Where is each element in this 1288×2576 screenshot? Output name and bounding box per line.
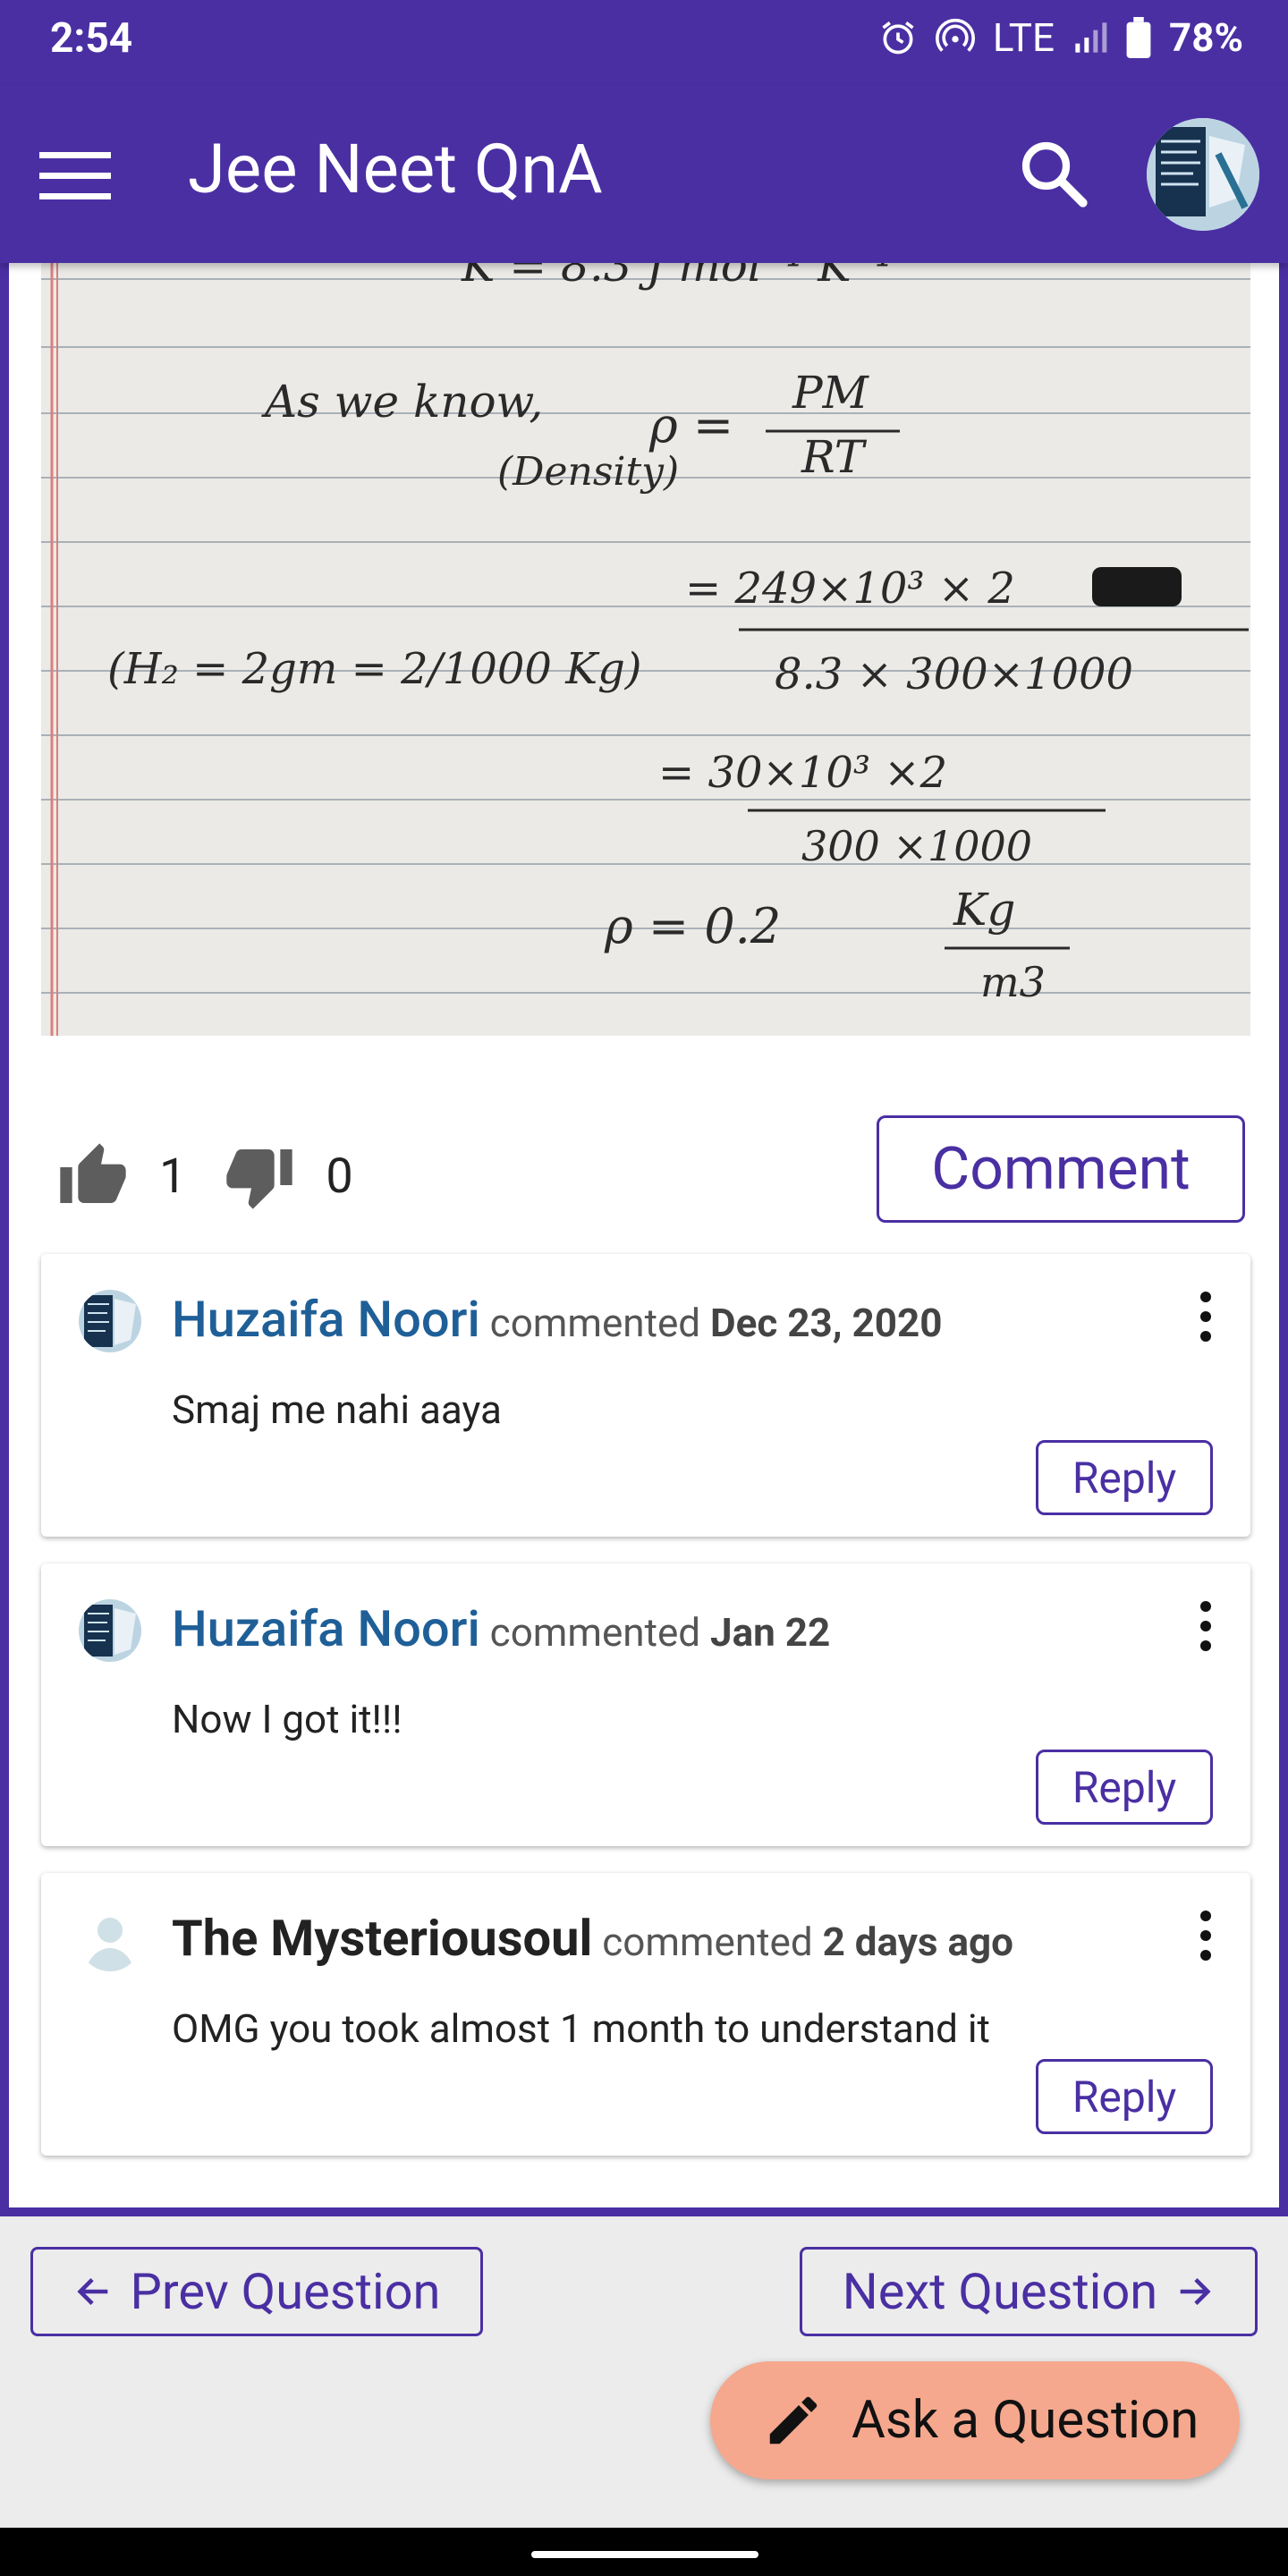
arrow-left-icon xyxy=(76,2277,107,2306)
comment-text: Now I got it!!! xyxy=(172,1696,402,1742)
comment-more-button[interactable] xyxy=(1197,1599,1215,1653)
note-line: ρ = 0.2 xyxy=(604,898,781,954)
more-vert-icon xyxy=(1200,1601,1211,1651)
signal-icon xyxy=(1075,22,1107,53)
more-vert-icon xyxy=(1200,1911,1211,1961)
comment-text: Smaj me nahi aaya xyxy=(172,1386,502,1433)
thumbs-up-icon xyxy=(60,1143,126,1203)
arrow-right-icon xyxy=(1180,2277,1211,2306)
upvote-count: 1 xyxy=(159,1148,187,1205)
prev-question-label: Prev Question xyxy=(130,2262,441,2321)
upvote-button[interactable] xyxy=(57,1140,129,1212)
comment-header: Huzaifa Noori commented Jan 22 xyxy=(172,1599,830,1658)
menu-button[interactable] xyxy=(39,148,114,202)
comment-header: The Mysteriousoul commented 2 days ago xyxy=(172,1909,1013,1968)
hotspot-icon xyxy=(935,18,975,52)
reply-button[interactable]: Reply xyxy=(1036,2059,1213,2134)
comment-header: Huzaifa Noori commented Dec 23, 2020 xyxy=(172,1290,943,1349)
commenter-avatar[interactable] xyxy=(79,1599,141,1662)
commenter-avatar[interactable] xyxy=(79,1290,141,1352)
comment-more-button[interactable] xyxy=(1197,1290,1215,1343)
app-title: Jee Neet QnA xyxy=(188,129,603,209)
note-line: Kg xyxy=(953,884,1015,936)
alarm-icon xyxy=(882,21,914,55)
comment-verb: commented xyxy=(489,1300,701,1346)
network-type: LTE xyxy=(992,14,1055,61)
thumbs-down-icon xyxy=(226,1149,293,1209)
reply-button[interactable]: Reply xyxy=(1036,1750,1213,1825)
app-bar: Jee Neet QnA xyxy=(0,86,1288,263)
note-line: K = 8.3 J mol⁻¹ K⁻¹ xyxy=(461,263,893,292)
hamburger-menu-icon xyxy=(39,152,111,199)
note-line: As we know, xyxy=(261,376,543,428)
more-vert-icon xyxy=(1200,1292,1211,1342)
note-line: PM xyxy=(792,367,870,419)
pencil-icon xyxy=(769,2396,818,2445)
note-line: 8.3 × 300×1000 xyxy=(775,649,1133,699)
status-time: 2:54 xyxy=(50,14,133,63)
ask-question-fab[interactable]: Ask a Question xyxy=(710,2361,1240,2479)
note-line: (Density) xyxy=(497,449,679,495)
vote-row: 1 0 xyxy=(57,1118,353,1234)
comment-more-button[interactable] xyxy=(1197,1909,1215,1962)
comment-date: Dec 23, 2020 xyxy=(710,1300,943,1346)
comment-text: OMG you took almost 1 month to understan… xyxy=(172,2005,990,2052)
profile-avatar[interactable] xyxy=(1147,118,1259,231)
comment-verb: commented xyxy=(602,1919,813,1965)
note-line: = 249×10³ × 2 xyxy=(685,564,1015,614)
next-question-label: Next Question xyxy=(842,2262,1158,2321)
battery-icon xyxy=(1126,17,1151,58)
ask-question-label: Ask a Question xyxy=(852,2390,1199,2451)
comment-author-link[interactable]: Huzaifa Noori xyxy=(172,1599,480,1658)
downvote-count: 0 xyxy=(326,1148,353,1205)
status-bar: 2:54 LTE 78% xyxy=(0,0,1288,86)
answer-image[interactable]: K = 8.3 J mol⁻¹ K⁻¹ As we know, (Density… xyxy=(41,263,1250,1036)
search-icon xyxy=(1021,141,1088,208)
default-avatar-icon[interactable] xyxy=(79,1909,141,1971)
battery-percent: 78% xyxy=(1168,14,1243,61)
status-icons: LTE 78% xyxy=(878,14,1243,61)
comment-date: Jan 22 xyxy=(710,1609,831,1656)
prev-question-button[interactable]: Prev Question xyxy=(30,2247,483,2336)
note-line: ρ = xyxy=(648,397,733,453)
note-line: RT xyxy=(801,431,868,483)
note-line: (H₂ = 2gm = 2/1000 Kg) xyxy=(107,644,642,694)
next-question-button[interactable]: Next Question xyxy=(800,2247,1258,2336)
comment-card: The Mysteriousoul commented 2 days ago O… xyxy=(41,1873,1250,2156)
comment-card: Huzaifa Noori commented Dec 23, 2020 Sma… xyxy=(41,1254,1250,1537)
note-line: 300 ×1000 xyxy=(801,822,1032,870)
comment-author-link[interactable]: Huzaifa Noori xyxy=(172,1290,480,1349)
comment-card: Huzaifa Noori commented Jan 22 Now I got… xyxy=(41,1563,1250,1846)
comment-verb: commented xyxy=(489,1609,701,1656)
comment-button[interactable]: Comment xyxy=(877,1115,1245,1223)
comment-date: 2 days ago xyxy=(822,1919,1013,1965)
comment-author: The Mysteriousoul xyxy=(172,1909,593,1968)
search-button[interactable] xyxy=(1013,132,1093,213)
reply-button[interactable]: Reply xyxy=(1036,1440,1213,1515)
note-line: = 30×10³ ×2 xyxy=(658,748,947,798)
downvote-button[interactable] xyxy=(224,1140,295,1212)
note-line: m3 xyxy=(980,958,1046,1006)
home-gesture-handle[interactable] xyxy=(531,2551,758,2558)
